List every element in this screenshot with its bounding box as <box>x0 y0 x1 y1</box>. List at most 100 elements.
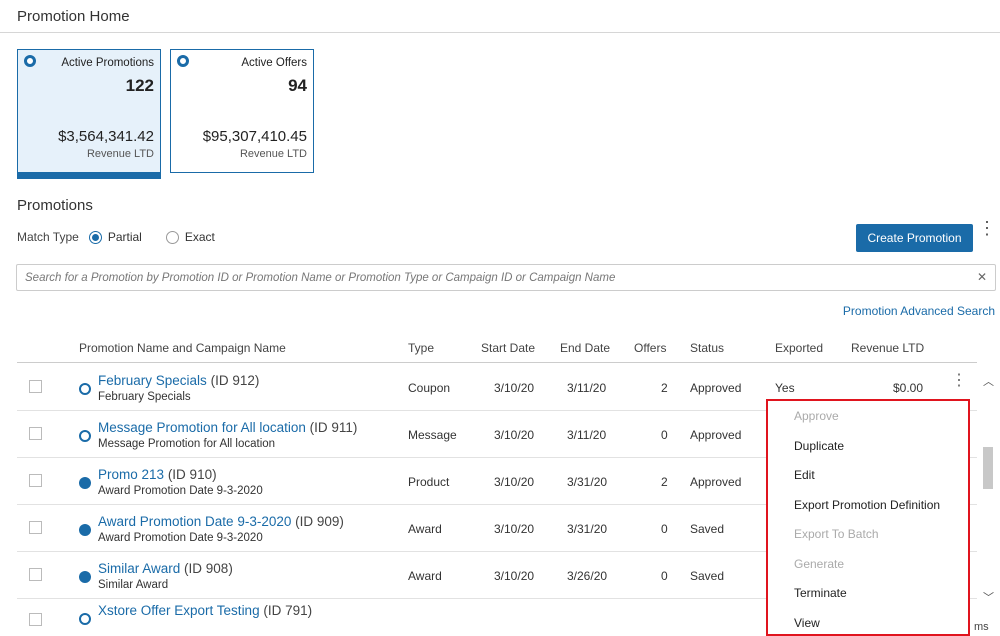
status-filled-circle-icon <box>79 477 91 489</box>
column-header-status[interactable]: Status <box>690 341 724 355</box>
more-actions-icon[interactable]: ⋮ <box>978 219 996 250</box>
promotion-id: (ID 909) <box>295 514 344 529</box>
table-scrollbar[interactable]: ︿ ﹀ <box>980 365 996 615</box>
menu-item-terminate[interactable]: Terminate <box>794 586 847 600</box>
status-open-circle-icon <box>79 430 91 442</box>
row-checkbox[interactable] <box>29 474 42 487</box>
create-promotion-button[interactable]: Create Promotion <box>856 224 973 252</box>
scroll-thumb[interactable] <box>983 447 993 489</box>
radio-icon[interactable] <box>177 55 189 67</box>
menu-item-export-promotion-definition[interactable]: Export Promotion Definition <box>794 498 940 512</box>
column-header-end-date[interactable]: End Date <box>560 341 610 355</box>
campaign-name: Similar Award <box>98 579 169 591</box>
cell-status: Saved <box>690 522 725 536</box>
menu-item-edit[interactable]: Edit <box>794 468 815 482</box>
match-type-label: Match Type <box>17 230 79 244</box>
cell-type: Coupon <box>408 381 451 395</box>
card-label: Active Promotions <box>61 57 154 69</box>
cell-type: Product <box>408 475 450 489</box>
column-header-start-date[interactable]: Start Date <box>481 341 535 355</box>
cell-start-date: 3/10/20 <box>494 522 535 536</box>
row-checkbox[interactable] <box>29 568 42 581</box>
column-header-type[interactable]: Type <box>408 341 434 355</box>
row-checkbox[interactable] <box>29 521 42 534</box>
cell-start-date: 3/10/20 <box>494 428 535 442</box>
promotion-id: (ID 912) <box>210 373 260 388</box>
menu-item-approve[interactable]: Approve <box>794 409 839 423</box>
radio-exact[interactable] <box>165 230 179 244</box>
card-revenue: $3,564,341.42 <box>58 128 154 145</box>
status-open-circle-icon <box>79 383 91 395</box>
clear-icon[interactable]: ✕ <box>977 270 987 284</box>
menu-item-export-to-batch[interactable]: Export To Batch <box>794 527 879 541</box>
scroll-down-icon[interactable]: ﹀ <box>983 589 994 605</box>
promotion-name-link[interactable]: Message Promotion for All location <box>98 420 306 435</box>
card-active-promotions[interactable]: Active Promotions 122 $3,564,341.42 Reve… <box>17 49 161 173</box>
campaign-name: February Specials <box>98 391 191 403</box>
card-count: 122 <box>125 76 154 95</box>
card-revenue: $95,307,410.45 <box>202 128 307 145</box>
promotion-name-link[interactable]: Promo 213 <box>98 467 164 482</box>
promotion-name-link[interactable]: Similar Award <box>98 561 180 576</box>
radio-icon[interactable] <box>24 55 36 67</box>
cell-type: Award <box>408 522 442 536</box>
campaign-name: Message Promotion for All location <box>98 438 276 450</box>
cell-type: Award <box>408 569 442 583</box>
cell-offers: 0 <box>661 428 668 442</box>
promotion-name-link[interactable]: Xstore Offer Export Testing <box>98 603 260 618</box>
cell-start-date: 3/10/20 <box>494 569 535 583</box>
truncated-text: ms <box>974 621 989 633</box>
card-revenue-label: Revenue LTD <box>86 148 154 160</box>
cell-status: Approved <box>690 381 742 395</box>
search-input[interactable] <box>17 265 957 290</box>
promotion-id: (ID 911) <box>309 420 358 435</box>
radio-exact-label[interactable]: Exact <box>185 230 215 244</box>
cell-start-date: 3/10/20 <box>494 475 535 489</box>
match-type-group: Match Type Partial Exact <box>17 230 229 244</box>
radio-partial[interactable] <box>88 230 102 244</box>
cell-offers: 2 <box>661 381 668 395</box>
cell-offers: 0 <box>661 569 668 583</box>
promotion-id: (ID 910) <box>167 467 217 482</box>
cell-end-date: 3/31/20 <box>567 475 608 489</box>
cell-end-date: 3/11/20 <box>567 381 607 395</box>
cell-revenue: $0.00 <box>893 381 924 395</box>
title-divider <box>0 32 1000 33</box>
section-title: Promotions <box>17 197 93 214</box>
row-actions-icon[interactable]: ⋮ <box>951 373 967 399</box>
cell-end-date: 3/26/20 <box>567 569 608 583</box>
cell-offers: 2 <box>661 475 668 489</box>
card-active-offers[interactable]: Active Offers 94 $95,307,410.45 Revenue … <box>170 49 314 173</box>
campaign-name: Award Promotion Date 9-3-2020 <box>98 485 263 497</box>
card-label: Active Offers <box>241 57 307 69</box>
card-count: 94 <box>288 76 307 95</box>
promotion-id: (ID 791) <box>263 603 313 618</box>
status-filled-circle-icon <box>79 524 91 536</box>
scroll-up-icon[interactable]: ︿ <box>983 373 994 389</box>
cell-end-date: 3/11/20 <box>567 428 607 442</box>
menu-item-duplicate[interactable]: Duplicate <box>794 439 844 453</box>
menu-item-view[interactable]: View <box>794 616 820 630</box>
status-open-circle-icon <box>79 613 91 625</box>
advanced-search-link[interactable]: Promotion Advanced Search <box>843 304 995 318</box>
row-checkbox[interactable] <box>29 613 42 626</box>
column-header-revenue[interactable]: Revenue LTD <box>851 341 924 355</box>
cell-start-date: 3/10/20 <box>494 381 535 395</box>
page-title: Promotion Home <box>17 8 130 25</box>
cell-status: Approved <box>690 428 742 442</box>
row-checkbox[interactable] <box>29 427 42 440</box>
cell-exported: Yes <box>775 381 795 395</box>
column-header-exported[interactable]: Exported <box>775 341 823 355</box>
campaign-name: Award Promotion Date 9-3-2020 <box>98 532 263 544</box>
search-bar: ✕ <box>16 264 996 291</box>
promotion-name-link[interactable]: February Specials <box>98 373 207 388</box>
cell-offers: 0 <box>661 522 668 536</box>
row-actions-menu: Approve Duplicate Edit Export Promotion … <box>766 399 970 636</box>
column-header-offers[interactable]: Offers <box>634 341 666 355</box>
row-checkbox[interactable] <box>29 380 42 393</box>
cell-status: Saved <box>690 569 725 583</box>
radio-partial-label[interactable]: Partial <box>108 230 142 244</box>
column-header-name[interactable]: Promotion Name and Campaign Name <box>79 341 286 355</box>
menu-item-generate[interactable]: Generate <box>794 557 844 571</box>
promotion-name-link[interactable]: Award Promotion Date 9-3-2020 <box>98 514 291 529</box>
